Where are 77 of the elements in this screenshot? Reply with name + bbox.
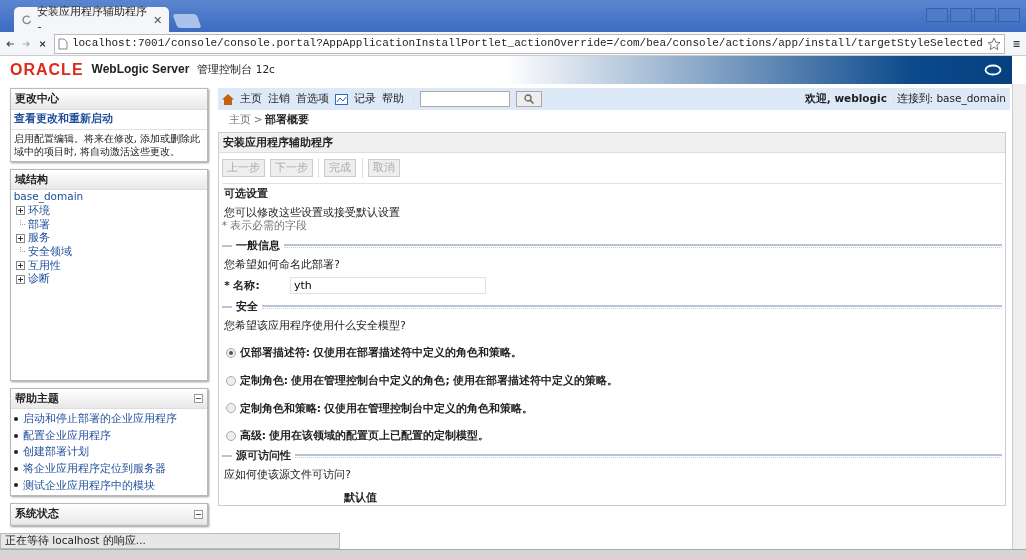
toolbar-link[interactable]: 记录 (354, 92, 376, 106)
search-field[interactable] (419, 91, 510, 107)
option-label: 仅部署描述符: 仅使用在部署描述符中定义的角色和策略。 (239, 346, 523, 361)
status-tooltip: 正在等待 localhost 的响应... (0, 533, 340, 549)
address-bar[interactable]: localhost:7001/console/console.portal?AppApplicationInstallPortlet_actionOverride=/com/bea/console/actions/app/install/targetStyleSelected (53, 33, 1005, 54)
page-icon (57, 37, 68, 50)
help-link[interactable]: 测试企业应用程序中的模块 (22, 478, 155, 493)
panel-title: 更改中心 (15, 92, 59, 106)
tree-item[interactable]: 服务 (27, 231, 50, 245)
help-link[interactable]: 配置企业应用程序 (22, 428, 111, 443)
toolbar-link[interactable]: 主页 (240, 92, 262, 106)
radio-button[interactable] (225, 403, 236, 414)
radio-button[interactable] (225, 431, 236, 442)
welcome-text: 欢迎, weblogic (804, 92, 887, 106)
tree-item[interactable]: 诊断 (27, 272, 50, 286)
panel-title: 帮助主题 (15, 391, 59, 406)
expand-icon[interactable] (16, 274, 26, 284)
required-note: * 表示必需的字段 (221, 219, 309, 234)
loading-icon (22, 14, 32, 25)
toolbar-link[interactable]: 帮助 (382, 92, 404, 106)
help-link[interactable]: 将企业应用程序定位到服务器 (22, 461, 166, 476)
view-changes-link[interactable]: 查看更改和重新启动 (13, 112, 113, 125)
section-title: 一般信息 (235, 239, 280, 253)
bullet-icon (13, 416, 18, 421)
panel-title: 安装应用程序辅助程序 (219, 132, 1005, 154)
section-title: 安全 (235, 299, 258, 314)
option-label: 定制角色: 使用在管理控制台中定义的角色; 使用在部署描述符中定义的策略。 (239, 374, 619, 388)
home-icon (222, 93, 234, 105)
oracle-logo: ORACLE (10, 59, 84, 80)
connection-text: 连接到: base_domain (892, 92, 1006, 106)
search-button[interactable] (515, 91, 542, 107)
question-text: 应如何使该源文件可访问? (223, 467, 352, 482)
search-icon (523, 94, 534, 104)
option-label: 定制角色和策略: 仅使用在管理控制台中定义的角色和策略。 (239, 401, 534, 416)
tree-item[interactable]: base_domain (13, 190, 205, 205)
console-title: 管理控制台 12c (197, 63, 275, 77)
tree-item[interactable]: 部署 (27, 217, 50, 232)
option-label: 默认值 (343, 491, 378, 506)
browser-tab[interactable]: 安装应用程序辅助程序 - (14, 7, 169, 32)
new-tab-button[interactable] (172, 14, 202, 28)
collapse-icon[interactable] (194, 394, 203, 404)
product-name: WebLogic Server (91, 62, 190, 78)
radio-button[interactable] (225, 348, 236, 359)
section-heading: 可选设置 (223, 186, 270, 201)
help-link[interactable]: 启动和停止部署的企业应用程序 (22, 412, 177, 426)
tree-item[interactable]: 环境 (27, 204, 50, 218)
breadcrumb-current: 部署概要 (265, 113, 310, 127)
option-label: 高级: 使用在该领域的配置页上已配置的定制模型。 (239, 429, 490, 443)
expand-icon[interactable] (16, 206, 26, 216)
breadcrumb-link[interactable]: 主页 > (228, 113, 263, 127)
toolbar-link[interactable]: 首选项 (296, 92, 329, 106)
bullet-icon (13, 483, 18, 488)
question-text: 您希望该应用程序使用什么安全模型? (223, 318, 407, 333)
panel-title: 系统状态 (15, 507, 59, 521)
intro-text: 您可以修改这些设置或接受默认设置 (223, 205, 402, 220)
collapse-icon[interactable] (194, 509, 203, 519)
bullet-icon (13, 433, 18, 438)
bullet-icon (13, 450, 18, 455)
panel-title: 域结构 (15, 172, 48, 187)
help-link[interactable]: 创建部署计划 (22, 445, 89, 459)
expand-icon[interactable] (16, 260, 26, 270)
section-title: 源可访问性 (235, 448, 291, 463)
toolbar-link[interactable]: 注销 (268, 92, 290, 106)
expand-icon[interactable] (16, 233, 26, 243)
tab-title: 安装应用程序辅助程序 - (37, 5, 148, 34)
name-field[interactable]: yth (290, 276, 487, 294)
chart-icon (335, 93, 348, 105)
question-text: 您希望如何命名此部署? (223, 257, 341, 272)
radio-button[interactable] (225, 375, 236, 386)
field-label: * 名称: (224, 278, 261, 293)
bullet-icon (13, 466, 18, 471)
description-text: 启用配置编辑。将来在修改, 添加或删除此域中的项目时, 将自动激活这些更改。 (13, 132, 201, 159)
tree-item[interactable]: 互用性 (27, 258, 61, 273)
ring-icon (984, 64, 1002, 76)
star-icon[interactable] (986, 36, 1001, 51)
tree-item[interactable]: 安全领域 (27, 245, 72, 259)
scrollbar[interactable] (1012, 84, 1026, 549)
